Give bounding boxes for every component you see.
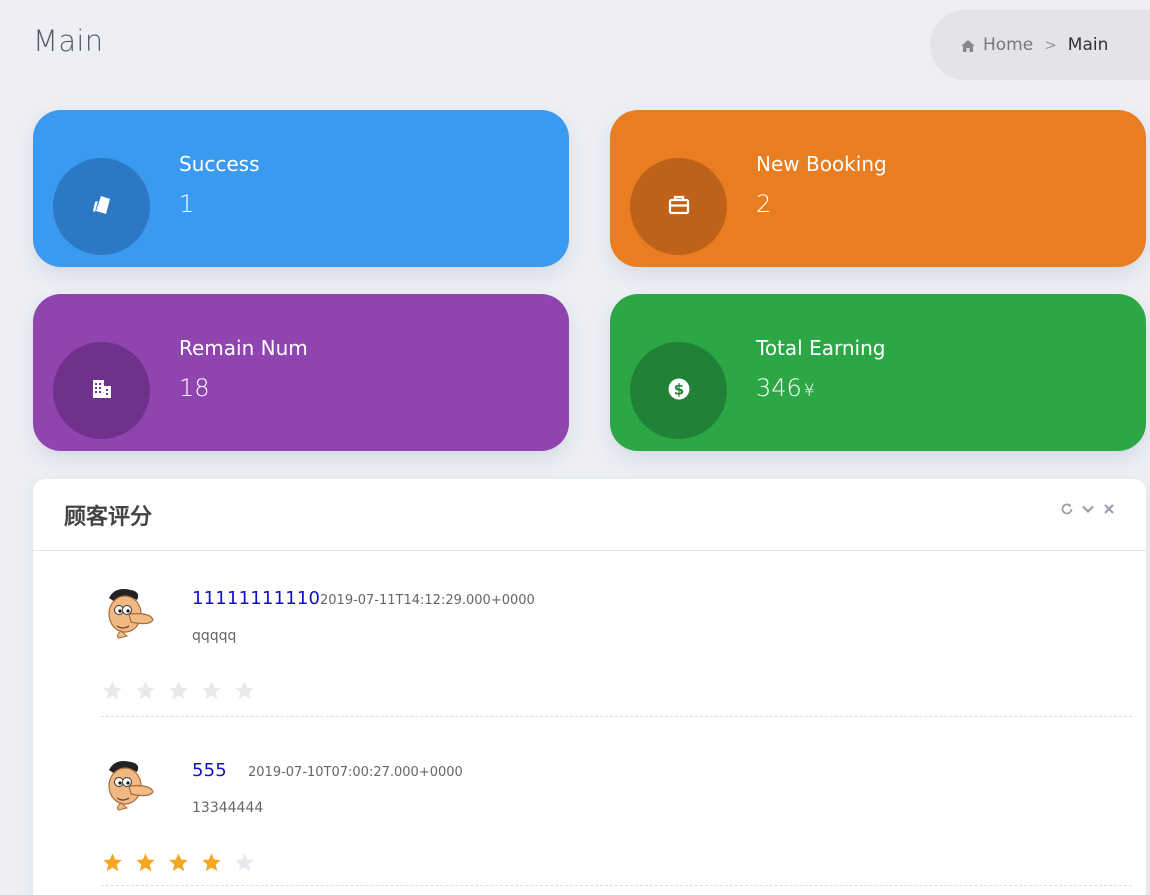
star-icon[interactable]	[167, 852, 190, 874]
review-time: 2019-07-10T07:00:27.000+0000	[248, 765, 463, 780]
stat-card-success: Success 1	[33, 110, 569, 267]
page: Main Home > Main Success 1 New Booking 2	[0, 0, 1150, 895]
star-icon[interactable]	[167, 680, 190, 702]
stat-card-unit: ¥	[803, 381, 815, 401]
review-item: 555 2019-07-10T07:00:27.000+0000 1334444…	[101, 756, 1132, 886]
stat-card-value: 1	[179, 190, 196, 218]
chevron-down-icon[interactable]	[1081, 501, 1095, 515]
briefcase-icon	[667, 193, 691, 221]
avatar	[101, 584, 157, 640]
close-icon[interactable]	[1102, 501, 1116, 515]
stat-card-icon-circle	[53, 342, 150, 439]
panel-tools	[1060, 501, 1116, 515]
panel-title: 顾客评分	[64, 505, 153, 530]
stat-card-new-booking: New Booking 2	[610, 110, 1146, 267]
stat-card-value: 2	[756, 190, 773, 218]
star-icon[interactable]	[134, 852, 157, 874]
dollar-circle-icon: $	[667, 377, 691, 405]
review-item: 11111111110 2019-07-11T14:12:29.000+0000…	[101, 584, 1132, 717]
star-icon[interactable]	[101, 680, 124, 702]
building-icon	[90, 377, 114, 405]
stat-card-number: 346	[756, 374, 802, 402]
reviewer-name[interactable]: 555	[192, 760, 227, 781]
reviews-panel: 顾客评分 11111111110 2019-07-11T14:12:29.000…	[33, 479, 1146, 895]
svg-text:$: $	[673, 380, 683, 398]
stat-card-value: 18	[179, 374, 212, 402]
star-icon[interactable]	[101, 852, 124, 874]
breadcrumb-home-link[interactable]: Home	[983, 35, 1033, 55]
stat-card-value: 346 ¥	[756, 374, 815, 402]
rating-stars	[101, 852, 256, 874]
refresh-icon[interactable]	[1060, 501, 1074, 515]
avatar	[101, 756, 157, 812]
reviewer-name[interactable]: 11111111110	[192, 588, 320, 609]
stat-card-remain-num: Remain Num 18	[33, 294, 569, 451]
page-title: Main	[33, 24, 104, 58]
stat-card-icon-circle: $	[630, 342, 727, 439]
star-icon[interactable]	[134, 680, 157, 702]
breadcrumb: Home > Main	[930, 10, 1150, 80]
rating-stars	[101, 680, 256, 702]
breadcrumb-separator: >	[1044, 36, 1057, 54]
stat-card-total-earning: $ Total Earning 346 ¥	[610, 294, 1146, 451]
star-icon[interactable]	[200, 852, 223, 874]
star-icon[interactable]	[200, 680, 223, 702]
stat-card-label: New Booking	[756, 152, 887, 176]
stat-card-icon-circle	[630, 158, 727, 255]
stat-card-label: Success	[179, 152, 260, 176]
panel-header: 顾客评分	[33, 479, 1146, 551]
star-icon[interactable]	[233, 852, 256, 874]
stat-card-label: Remain Num	[179, 336, 308, 360]
home-icon[interactable]	[960, 38, 976, 52]
breadcrumb-current: Main	[1067, 35, 1109, 55]
review-comment: 13344444	[192, 800, 264, 816]
stat-card-number: 18	[179, 374, 210, 402]
ticket-icon	[90, 193, 114, 221]
stat-card-number: 2	[756, 190, 772, 218]
stat-card-label: Total Earning	[756, 336, 886, 360]
review-comment: qqqqq	[192, 628, 237, 644]
stat-card-icon-circle	[53, 158, 150, 255]
review-time: 2019-07-11T14:12:29.000+0000	[320, 593, 535, 608]
stat-card-number: 1	[179, 190, 195, 218]
star-icon[interactable]	[233, 680, 256, 702]
